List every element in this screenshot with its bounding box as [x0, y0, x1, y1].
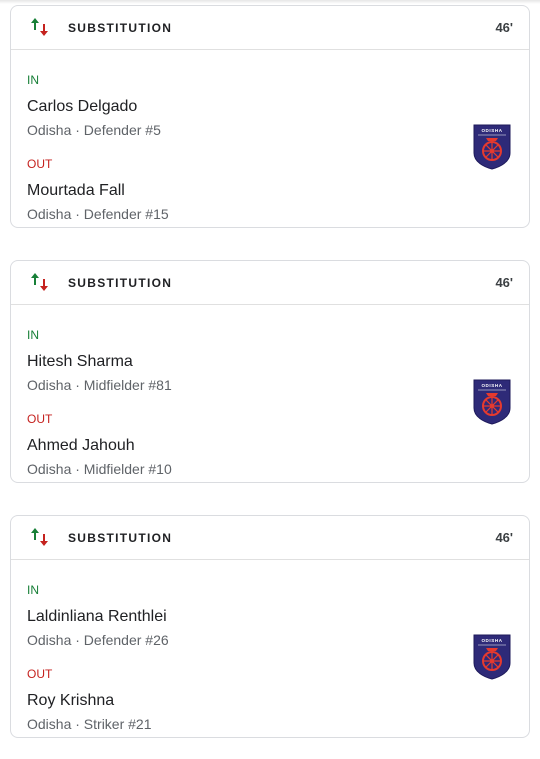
team-crest-icon: ODISHA — [473, 379, 511, 425]
player-out-name[interactable]: Roy Krishna — [27, 692, 114, 710]
card-header: SUBSTITUTION 46' — [11, 261, 529, 305]
in-label: IN — [27, 583, 39, 597]
event-minute: 46' — [495, 275, 513, 290]
out-label: OUT — [27, 667, 53, 681]
out-label: OUT — [27, 412, 53, 426]
event-minute: 46' — [495, 530, 513, 545]
player-in-info: Odisha · Defender #5 — [27, 122, 161, 138]
substitution-card: SUBSTITUTION 46' IN Laldinliana Renthlei… — [10, 515, 530, 738]
player-in-name[interactable]: Carlos Delgado — [27, 98, 137, 116]
substitution-arrows-icon — [31, 273, 48, 291]
team-crest-icon: ODISHA — [473, 634, 511, 680]
player-in-name[interactable]: Hitesh Sharma — [27, 353, 133, 371]
substitution-arrows-icon — [31, 18, 48, 36]
card-title: SUBSTITUTION — [68, 21, 173, 35]
crest-text: ODISHA — [481, 638, 502, 643]
team-crest-icon: ODISHA — [473, 124, 511, 170]
card-title: SUBSTITUTION — [68, 276, 173, 290]
substitution-card: SUBSTITUTION 46' IN Carlos Delgado Odish… — [10, 5, 530, 228]
player-out-info: Odisha · Midfielder #10 — [27, 461, 172, 477]
player-in-name[interactable]: Laldinliana Renthlei — [27, 608, 167, 626]
crest-text: ODISHA — [481, 128, 502, 133]
player-out-info: Odisha · Defender #15 — [27, 206, 169, 222]
player-out-info: Odisha · Striker #21 — [27, 716, 152, 732]
substitution-arrows-icon — [31, 528, 48, 546]
crest-text: ODISHA — [481, 383, 502, 388]
player-out-name[interactable]: Ahmed Jahouh — [27, 437, 135, 455]
card-header: SUBSTITUTION 46' — [11, 6, 529, 50]
in-label: IN — [27, 73, 39, 87]
player-out-name[interactable]: Mourtada Fall — [27, 182, 125, 200]
card-title: SUBSTITUTION — [68, 531, 173, 545]
in-label: IN — [27, 328, 39, 342]
player-in-info: Odisha · Defender #26 — [27, 632, 169, 648]
top-shadow — [0, 0, 540, 4]
out-label: OUT — [27, 157, 53, 171]
substitution-card: SUBSTITUTION 46' IN Hitesh Sharma Odisha… — [10, 260, 530, 483]
card-header: SUBSTITUTION 46' — [11, 516, 529, 560]
player-in-info: Odisha · Midfielder #81 — [27, 377, 172, 393]
event-minute: 46' — [495, 20, 513, 35]
